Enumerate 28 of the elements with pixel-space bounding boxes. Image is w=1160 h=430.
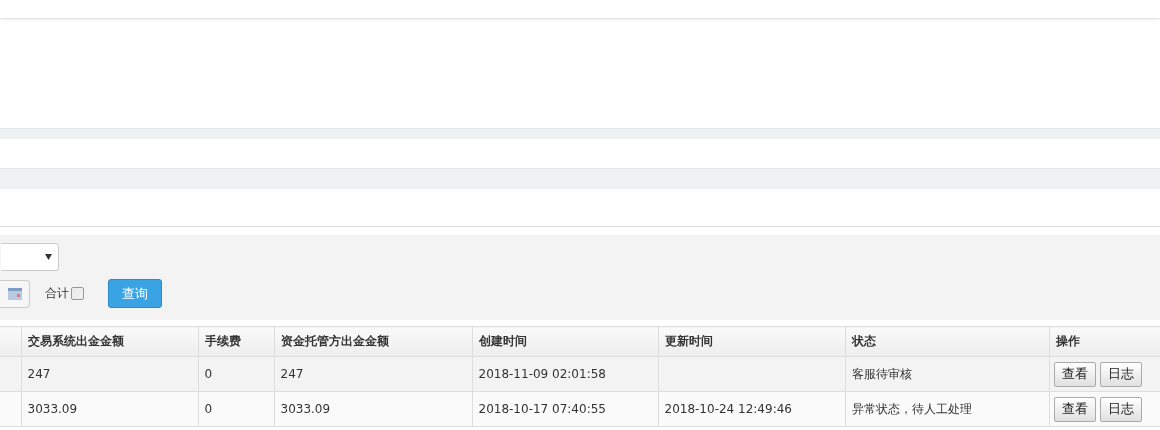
- sum-label: 合计: [45, 285, 69, 302]
- table-cell: 2018-10-24 12:49:46: [664, 402, 792, 416]
- table-cell: 247: [27, 367, 51, 381]
- column-header: 资金托管方出金金额: [280, 334, 389, 348]
- table-cell: 3033.09: [27, 402, 78, 416]
- view-button[interactable]: 查看: [1053, 361, 1096, 387]
- calendar-icon: [7, 287, 22, 300]
- select-dropdown[interactable]: [1, 243, 59, 271]
- caret-icon: [45, 254, 52, 260]
- table-cell: 247: [280, 367, 304, 381]
- log-button[interactable]: 日志: [1099, 396, 1142, 422]
- table-cell: 3033.09: [280, 402, 331, 416]
- table-cell: 0: [204, 402, 213, 416]
- column-header: 交易系统出金金额: [27, 334, 124, 348]
- table-cell: 2018-11-09 02:01:58: [478, 367, 606, 381]
- column-header: 更新时间: [664, 334, 713, 348]
- table-cell: 2018-10-17 07:40:55: [478, 402, 606, 416]
- log-button[interactable]: 日志: [1099, 361, 1142, 387]
- table-cell: 客服待审核: [851, 366, 912, 381]
- table-cell: 异常状态，待人工处理: [851, 401, 972, 416]
- view-button[interactable]: 查看: [1053, 396, 1096, 422]
- column-header: 创建时间: [478, 334, 527, 348]
- column-header: 操作: [1055, 334, 1080, 348]
- date-input[interactable]: [0, 279, 30, 308]
- sum-checkbox[interactable]: [71, 287, 84, 300]
- column-header: 手续费: [204, 334, 241, 348]
- table-cell: 0: [204, 367, 213, 381]
- column-header: 状态: [851, 334, 876, 348]
